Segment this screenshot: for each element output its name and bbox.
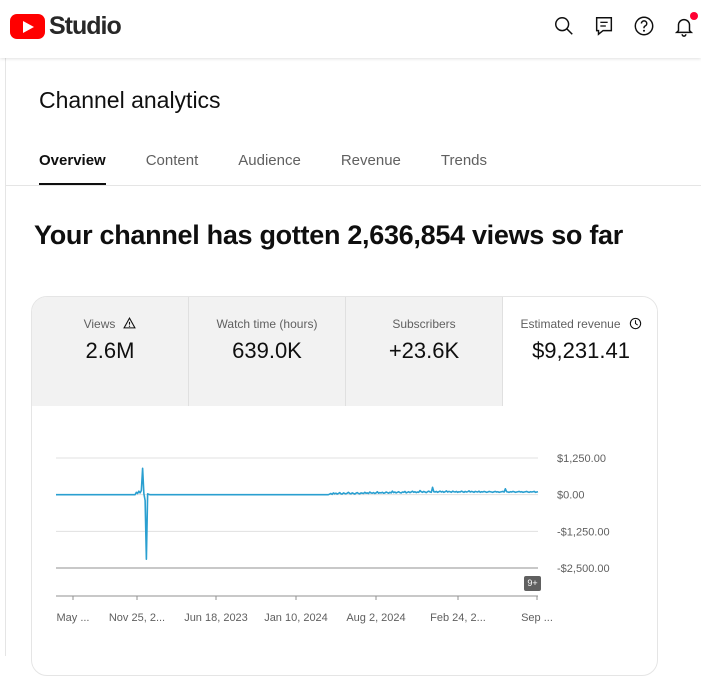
tab-audience[interactable]: Audience — [238, 152, 301, 186]
notifications-icon[interactable] — [673, 12, 698, 37]
metric-subscribers[interactable]: Subscribers +23.6K — [346, 297, 503, 406]
metric-label: Views — [83, 317, 116, 331]
tab-overview[interactable]: Overview — [39, 152, 106, 186]
x-tick-label: Nov 25, 2... — [109, 612, 165, 624]
metric-views[interactable]: Views 2.6M — [32, 297, 189, 406]
x-tick-label: Jun 18, 2023 — [184, 612, 248, 624]
x-tick-label: Feb 24, 2... — [430, 612, 486, 624]
y-tick-label: -$2,500.00 — [557, 563, 610, 575]
metric-value: 639.0K — [232, 338, 302, 363]
metric-value: $9,231.41 — [532, 338, 630, 363]
tab-revenue[interactable]: Revenue — [341, 152, 401, 186]
annotation-badge[interactable]: 9+ — [524, 576, 541, 591]
x-tick-label: Aug 2, 2024 — [346, 612, 405, 624]
x-tick-label: May ... — [56, 612, 89, 624]
tabs-divider — [6, 185, 701, 186]
revenue-chart: $1,250.00 $0.00 -$1,250.00 -$2,500.00 May ..… — [32, 406, 657, 675]
metrics-card: Views 2.6M Watch time (hours) 639.0K Sub… — [31, 296, 658, 676]
analytics-tabs: Overview Content Audience Revenue Trends — [39, 152, 527, 186]
search-icon[interactable] — [553, 15, 575, 37]
tab-content[interactable]: Content — [146, 152, 199, 186]
x-tick-label: Sep ... — [521, 612, 553, 624]
top-actions — [553, 12, 698, 37]
x-tick-label: Jan 10, 2024 — [264, 612, 328, 624]
metric-tabs: Views 2.6M Watch time (hours) 639.0K Sub… — [32, 297, 657, 406]
warning-icon — [123, 317, 137, 331]
studio-logo[interactable]: Studio — [10, 12, 122, 41]
notification-dot — [690, 12, 698, 20]
y-tick-label: $0.00 — [557, 490, 585, 502]
content-panel: Channel analytics Overview Content Audie… — [5, 58, 701, 676]
y-tick-label: -$1,250.00 — [557, 526, 610, 538]
metric-estimated-revenue[interactable]: Estimated revenue $9,231.41 — [503, 297, 657, 406]
tab-trends[interactable]: Trends — [441, 152, 487, 186]
views-headline: Your channel has gotten 2,636,854 views … — [34, 220, 623, 250]
metric-value: 2.6M — [85, 338, 135, 363]
logo-text: Studio — [49, 12, 122, 40]
chart-svg: $1,250.00 $0.00 -$1,250.00 -$2,500.00 May ..… — [56, 453, 610, 624]
metric-label: Estimated revenue — [520, 317, 621, 331]
youtube-play-icon — [10, 14, 45, 39]
page-title: Channel analytics — [39, 87, 221, 113]
metric-watch-time[interactable]: Watch time (hours) 639.0K — [189, 297, 346, 406]
metric-label: Subscribers — [392, 317, 456, 331]
metric-value: +23.6K — [388, 338, 460, 363]
top-bar: Studio — [0, 0, 701, 58]
y-tick-label: $1,250.00 — [557, 453, 606, 465]
feedback-icon[interactable] — [593, 15, 615, 37]
series-line[interactable] — [56, 467, 539, 560]
help-icon[interactable] — [633, 15, 655, 37]
clock-icon — [629, 317, 642, 331]
metric-label: Watch time (hours) — [216, 317, 318, 331]
